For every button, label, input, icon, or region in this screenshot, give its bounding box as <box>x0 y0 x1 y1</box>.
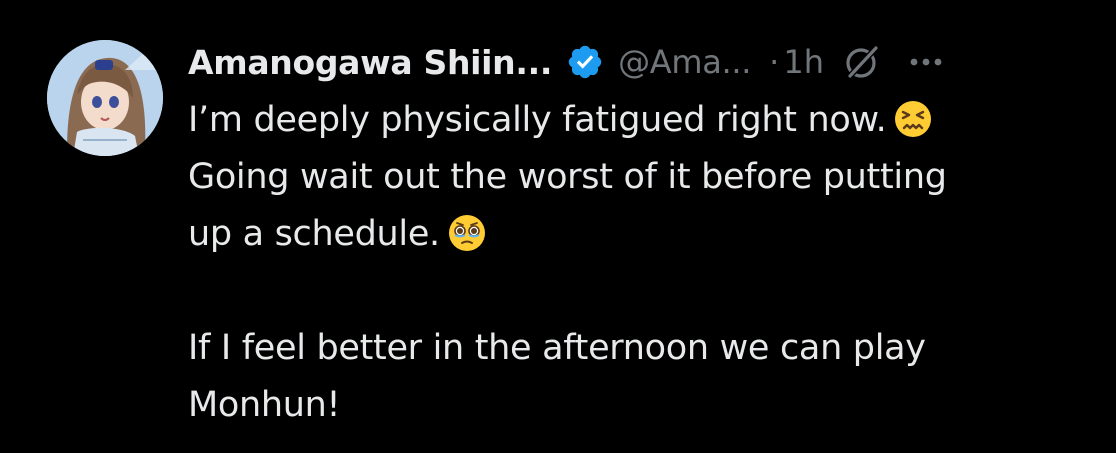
tweet-text-line: Going wait out the worst of it before pu… <box>188 149 1088 206</box>
tweet-header: Amanogawa Shiin... @Ama... · 1h <box>188 34 1088 90</box>
tweet-text-line: If I feel better in the afternoon we can… <box>188 320 1088 377</box>
tweet-text-line: Monhun! <box>188 377 1088 434</box>
confounded-face-emoji-icon <box>894 99 932 137</box>
timestamp[interactable]: 1h <box>783 43 824 81</box>
tweet-text: I’m deeply physically fatigued right now… <box>188 92 1088 434</box>
tweet-text-segment: I’m deeply physically fatigued right now… <box>188 100 887 140</box>
tweet-text-segment: If I feel better in the afternoon we can… <box>188 328 926 368</box>
tweet-text-line: I’m deeply physically fatigued right now… <box>188 92 1088 149</box>
avatar-image <box>47 40 163 156</box>
verified-badge-icon[interactable] <box>566 43 604 81</box>
face-holding-back-tears-emoji-icon <box>448 213 486 251</box>
tweet-text-segment: up a schedule. <box>188 214 440 254</box>
tweet-content: Amanogawa Shiin... @Ama... · 1h I’m deep… <box>188 34 1088 434</box>
tweet-text-segment: Monhun! <box>188 385 341 425</box>
handle[interactable]: @Ama... <box>618 43 751 81</box>
separator-dot: · <box>769 43 780 81</box>
avatar[interactable] <box>47 40 163 156</box>
tweet-text-line: up a schedule. <box>188 206 1088 263</box>
tweet[interactable]: Amanogawa Shiin... @Ama... · 1h I’m deep… <box>0 0 1116 453</box>
more-options-icon[interactable] <box>904 40 948 84</box>
tweet-text-segment: Going wait out the worst of it before pu… <box>188 157 947 197</box>
grok-icon[interactable] <box>842 42 882 82</box>
display-name[interactable]: Amanogawa Shiin... <box>188 43 552 82</box>
